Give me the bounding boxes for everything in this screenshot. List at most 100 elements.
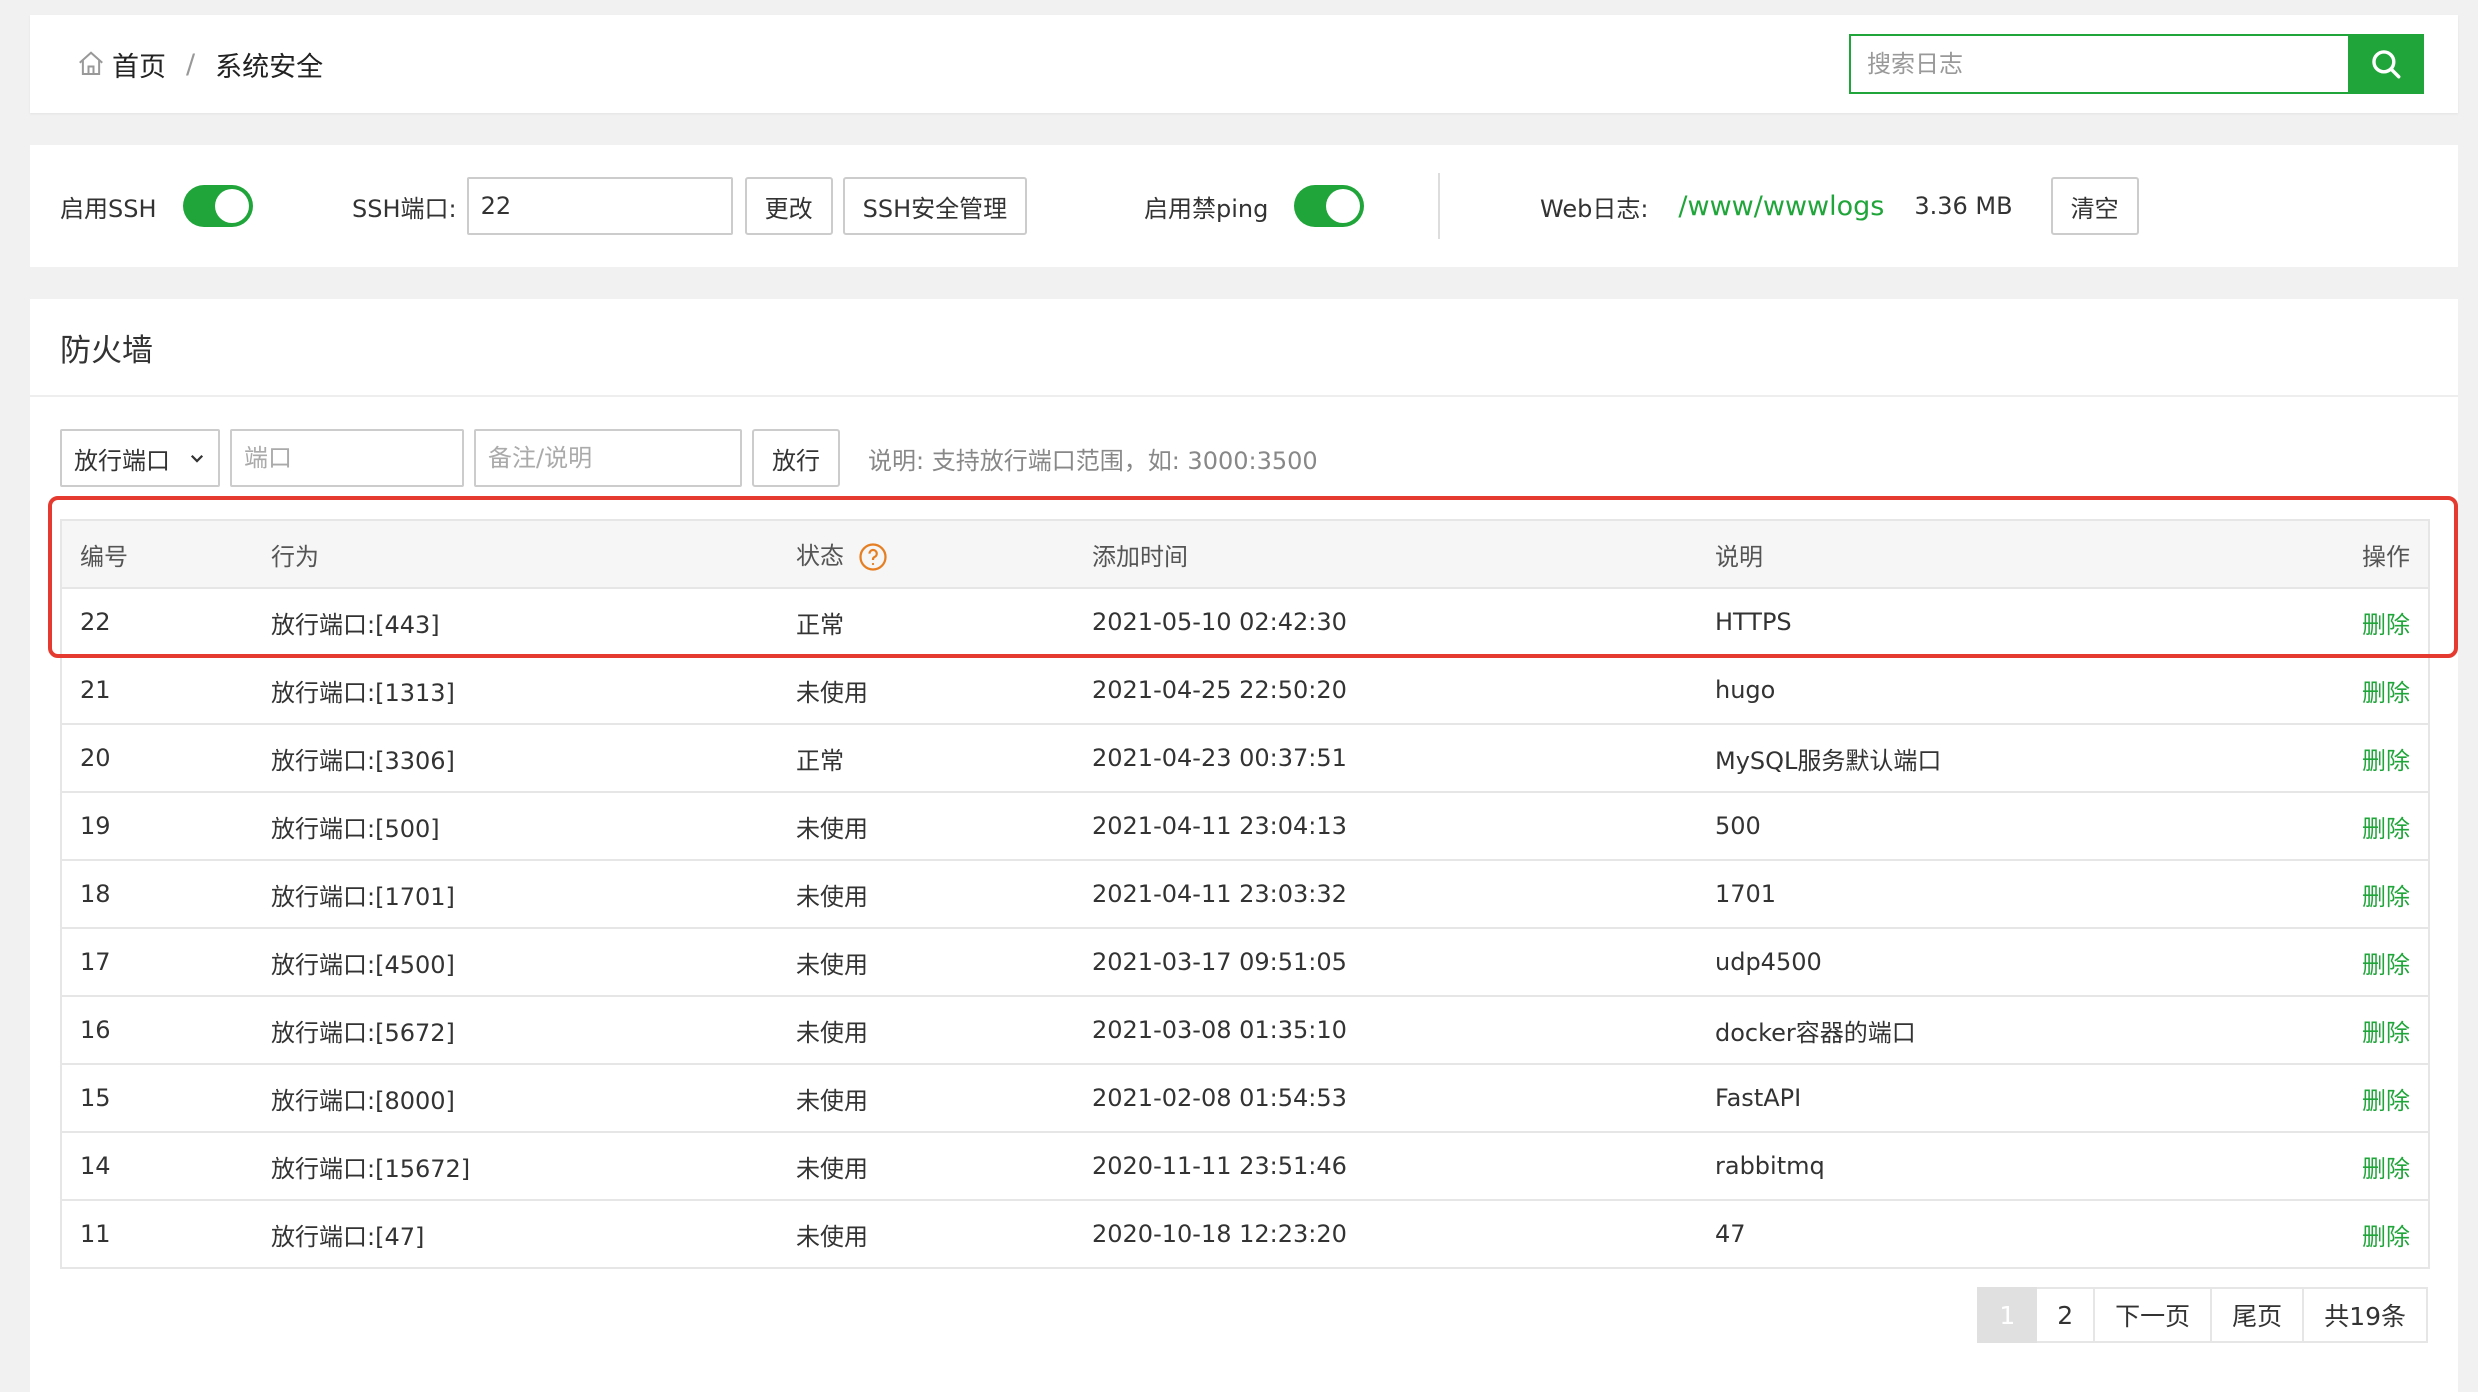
ping-toggle-group: 启用禁ping xyxy=(1144,145,1365,267)
cell-status: 未使用 xyxy=(778,860,1074,929)
breadcrumb: 首页 / 系统安全 xyxy=(76,15,323,113)
delete-link[interactable]: 删除 xyxy=(2362,815,2410,843)
cell-time: 2021-04-25 22:50:20 xyxy=(1074,656,1697,725)
ssh-port-label: SSH端口: xyxy=(352,194,457,223)
weblog-group: Web日志: /www/wwwlogs 3.36 MB 清空 xyxy=(1540,145,2139,267)
search-icon xyxy=(2372,50,2401,79)
panel-title: 防火墙 xyxy=(60,332,153,369)
cell-time: 2021-04-11 23:04:13 xyxy=(1074,792,1697,861)
col-op-header: 操作 xyxy=(2197,519,2430,589)
rule-type-select[interactable]: 放行端口 xyxy=(60,429,220,487)
change-port-button[interactable]: 更改 xyxy=(744,177,833,235)
cell-op: 删除 xyxy=(2197,996,2430,1065)
clear-log-button[interactable]: 清空 xyxy=(2050,177,2139,235)
cell-time: 2020-11-11 23:51:46 xyxy=(1074,1132,1697,1201)
cell-op: 删除 xyxy=(2197,928,2430,997)
firewall-panel: 防火墙 放行端口 放行 说明: 支持放行端口范围，如: 3000:3500 编号… xyxy=(30,299,2458,1392)
next-page-button[interactable]: 下一页 xyxy=(2095,1287,2213,1343)
allow-port-button[interactable]: 放行 xyxy=(752,429,840,487)
cell-time: 2021-03-17 09:51:05 xyxy=(1074,928,1697,997)
col-time-header: 添加时间 xyxy=(1074,519,1697,589)
cell-action: 放行端口:[5672] xyxy=(253,996,778,1065)
table-row: 19 放行端口:[500] 未使用 2021-04-11 23:04:13 500 删除 xyxy=(60,792,2430,861)
delete-link[interactable]: 删除 xyxy=(2362,1223,2410,1251)
delete-link[interactable]: 删除 xyxy=(2362,679,2410,707)
port-range-hint: 说明: 支持放行端口范围，如: 3000:3500 xyxy=(868,446,1318,475)
cell-time: 2021-05-10 02:42:30 xyxy=(1074,588,1697,657)
cell-time: 2020-10-18 12:23:20 xyxy=(1074,1200,1697,1269)
cell-id: 14 xyxy=(60,1132,253,1201)
home-icon[interactable] xyxy=(76,49,106,79)
cell-op: 删除 xyxy=(2197,656,2430,725)
page-2-button[interactable]: 2 xyxy=(2037,1287,2096,1343)
note-input[interactable] xyxy=(474,429,742,487)
delete-link[interactable]: 删除 xyxy=(2362,883,2410,911)
cell-status: 未使用 xyxy=(778,1064,1074,1133)
toggle-knob xyxy=(1326,189,1361,223)
rule-type-value: 放行端口 xyxy=(74,446,170,475)
cell-action: 放行端口:[3306] xyxy=(253,724,778,793)
cell-id: 22 xyxy=(60,588,253,657)
cell-id: 18 xyxy=(60,860,253,929)
cell-id: 19 xyxy=(60,792,253,861)
cell-op: 删除 xyxy=(2197,860,2430,929)
cell-time: 2021-03-08 01:35:10 xyxy=(1074,996,1697,1065)
breadcrumb-current: 系统安全 xyxy=(215,51,324,83)
delete-link[interactable]: 删除 xyxy=(2362,611,2410,639)
cell-id: 16 xyxy=(60,996,253,1065)
cell-status: 未使用 xyxy=(778,928,1074,997)
cell-action: 放行端口:[47] xyxy=(253,1200,778,1269)
delete-link[interactable]: 删除 xyxy=(2362,951,2410,979)
ssh-manage-button[interactable]: SSH安全管理 xyxy=(842,177,1028,235)
cell-note: MySQL服务默认端口 xyxy=(1697,724,2197,793)
cell-action: 放行端口:[500] xyxy=(253,792,778,861)
cell-time: 2021-04-11 23:03:32 xyxy=(1074,860,1697,929)
ssh-toggle[interactable] xyxy=(182,185,253,227)
ping-label: 启用禁ping xyxy=(1144,194,1269,223)
weblog-label: Web日志: xyxy=(1540,194,1649,223)
delete-link[interactable]: 删除 xyxy=(2362,747,2410,775)
help-icon[interactable] xyxy=(858,542,888,572)
breadcrumb-separator: / xyxy=(186,48,196,80)
cell-note: hugo xyxy=(1697,656,2197,725)
delete-link[interactable]: 删除 xyxy=(2362,1155,2410,1183)
delete-link[interactable]: 删除 xyxy=(2362,1019,2410,1047)
table-row: 20 放行端口:[3306] 正常 2021-04-23 00:37:51 MySQL服… xyxy=(60,724,2430,793)
firewall-toolbar: 放行端口 放行 说明: 支持放行端口范围，如: 3000:3500 xyxy=(60,429,1318,487)
cell-op: 删除 xyxy=(2197,1132,2430,1201)
cell-status: 未使用 xyxy=(778,792,1074,861)
col-status-header: 状态 xyxy=(778,519,1074,589)
table-row: 18 放行端口:[1701] 未使用 2021-04-11 23:03:32 1701 删… xyxy=(60,860,2430,929)
cell-time: 2021-02-08 01:54:53 xyxy=(1074,1064,1697,1133)
breadcrumb-home[interactable]: 首页 xyxy=(112,45,166,84)
cell-op: 删除 xyxy=(2197,1200,2430,1269)
search-button[interactable] xyxy=(2348,34,2424,94)
toggle-knob xyxy=(214,189,249,223)
weblog-path-link[interactable]: /www/wwwlogs xyxy=(1678,191,1884,222)
firewall-rules-table: 编号 行为 状态 添加时间 说明 操作 22 放行端口:[443] 正常 2021-0… xyxy=(60,519,2430,1269)
cell-note: udp4500 xyxy=(1697,928,2197,997)
cell-status: 未使用 xyxy=(778,1132,1074,1201)
cell-note: rabbitmq xyxy=(1697,1132,2197,1201)
col-status-label: 状态 xyxy=(796,542,844,570)
cell-op: 删除 xyxy=(2197,724,2430,793)
search-input[interactable] xyxy=(1849,34,2348,94)
ssh-port-input[interactable] xyxy=(466,177,733,235)
cell-id: 11 xyxy=(60,1200,253,1269)
last-page-button[interactable]: 尾页 xyxy=(2212,1287,2305,1343)
log-search xyxy=(1849,34,2424,94)
cell-status: 正常 xyxy=(778,724,1074,793)
page-1-button[interactable]: 1 xyxy=(1977,1287,2038,1343)
table-row: 21 放行端口:[1313] 未使用 2021-04-25 22:50:20 hugo 删… xyxy=(60,656,2430,725)
ping-toggle[interactable] xyxy=(1294,185,1365,227)
cell-note: 1701 xyxy=(1697,860,2197,929)
delete-link[interactable]: 删除 xyxy=(2362,1087,2410,1115)
cell-note: docker容器的端口 xyxy=(1697,996,2197,1065)
chevron-down-icon xyxy=(190,454,204,463)
cell-note: HTTPS xyxy=(1697,588,2197,657)
cell-op: 删除 xyxy=(2197,588,2430,657)
ssh-port-group: SSH端口: 更改 SSH安全管理 xyxy=(352,145,1028,267)
table-header-row: 编号 行为 状态 添加时间 说明 操作 xyxy=(60,519,2430,589)
cell-status: 未使用 xyxy=(778,656,1074,725)
port-input[interactable] xyxy=(230,429,464,487)
